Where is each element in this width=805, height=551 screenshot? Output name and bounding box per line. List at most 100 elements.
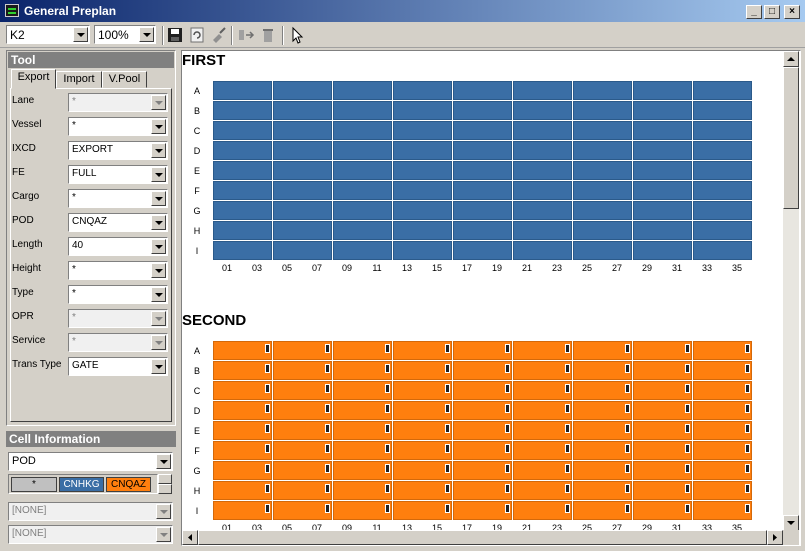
yard-cell[interactable] — [393, 441, 452, 460]
yard-cell[interactable] — [693, 161, 752, 180]
yard-cell[interactable] — [333, 361, 392, 380]
yard-cell[interactable] — [273, 501, 332, 520]
yard-cell[interactable] — [213, 361, 272, 380]
yard-cell[interactable] — [393, 161, 452, 180]
tab-export[interactable]: Export — [11, 69, 56, 89]
yard-cell[interactable] — [573, 121, 632, 140]
chevron-down-icon[interactable] — [151, 239, 166, 254]
chevron-down-icon[interactable] — [151, 95, 166, 110]
yard-cell[interactable] — [693, 181, 752, 200]
yard-cell[interactable] — [633, 481, 692, 500]
yard-cell[interactable] — [393, 201, 452, 220]
yard-cell[interactable] — [633, 161, 692, 180]
yard-cell[interactable] — [393, 241, 452, 260]
yard-cell[interactable] — [693, 501, 752, 520]
yard-cell[interactable] — [573, 221, 632, 240]
yard-cell[interactable] — [513, 101, 572, 120]
yard-cell[interactable] — [273, 421, 332, 440]
yard-cell[interactable] — [573, 461, 632, 480]
yard-cell[interactable] — [453, 401, 512, 420]
yard-cell[interactable] — [513, 481, 572, 500]
trash-icon[interactable] — [259, 26, 277, 44]
yard-cell[interactable] — [573, 401, 632, 420]
yard-cell[interactable] — [573, 381, 632, 400]
yard-cell[interactable] — [513, 381, 572, 400]
yard-cell[interactable] — [273, 481, 332, 500]
yard-cell[interactable] — [453, 361, 512, 380]
scroll-right-button[interactable] — [767, 530, 783, 545]
vertical-scroll-thumb[interactable] — [783, 67, 799, 209]
yard-cell[interactable] — [213, 201, 272, 220]
yard-cell[interactable] — [633, 501, 692, 520]
maximize-button[interactable]: □ — [764, 5, 780, 19]
cell-attribute-select[interactable]: POD — [8, 452, 173, 471]
yard-cell[interactable] — [513, 341, 572, 360]
yard-cell[interactable] — [213, 181, 272, 200]
yard-cell[interactable] — [213, 341, 272, 360]
yard-cell[interactable] — [513, 421, 572, 440]
yard-cell[interactable] — [573, 181, 632, 200]
yard-cell[interactable] — [333, 501, 392, 520]
yard-cell[interactable] — [393, 501, 452, 520]
field-select-opr[interactable]: * — [68, 309, 168, 328]
yard-cell[interactable] — [333, 421, 392, 440]
field-select-lane[interactable]: * — [68, 93, 168, 112]
yard-cell[interactable] — [513, 161, 572, 180]
field-select-height[interactable]: * — [68, 261, 168, 280]
yard-cell[interactable] — [633, 241, 692, 260]
yard-cell[interactable] — [513, 241, 572, 260]
yard-cell[interactable] — [273, 101, 332, 120]
chevron-down-icon[interactable] — [151, 191, 166, 206]
yard-cell[interactable] — [393, 461, 452, 480]
yard-cell[interactable] — [573, 501, 632, 520]
yard-cell[interactable] — [633, 341, 692, 360]
yard-cell[interactable] — [213, 481, 272, 500]
yard-cell[interactable] — [273, 181, 332, 200]
yard-cell[interactable] — [573, 241, 632, 260]
yard-cell[interactable] — [633, 361, 692, 380]
yard-cell[interactable] — [573, 141, 632, 160]
field-select-trans-type[interactable]: GATE — [68, 357, 168, 376]
yard-cell[interactable] — [513, 121, 572, 140]
yard-cell[interactable] — [693, 421, 752, 440]
yard-cell[interactable] — [513, 201, 572, 220]
legend-scroll-down[interactable] — [158, 484, 172, 494]
chevron-down-icon[interactable] — [151, 359, 166, 374]
chevron-down-icon[interactable] — [156, 504, 171, 519]
chevron-down-icon[interactable] — [151, 311, 166, 326]
yard-cell[interactable] — [573, 341, 632, 360]
scroll-down-button[interactable] — [783, 515, 799, 531]
yard-cell[interactable] — [453, 481, 512, 500]
legend-chip[interactable]: CNHKG — [59, 477, 104, 492]
yard-cell[interactable] — [693, 381, 752, 400]
yard-cell[interactable] — [693, 361, 752, 380]
yard-cell[interactable] — [333, 181, 392, 200]
chevron-down-icon[interactable] — [151, 335, 166, 350]
yard-cell[interactable] — [333, 381, 392, 400]
yard-cell[interactable] — [273, 121, 332, 140]
yard-cell[interactable] — [333, 161, 392, 180]
yard-cell[interactable] — [453, 121, 512, 140]
vertical-scrollbar[interactable] — [783, 51, 799, 531]
yard-cell[interactable] — [693, 241, 752, 260]
yard-cell[interactable] — [573, 161, 632, 180]
yard-cell[interactable] — [333, 201, 392, 220]
yard-cell[interactable] — [333, 461, 392, 480]
yard-cell[interactable] — [393, 141, 452, 160]
pointer-icon[interactable] — [289, 26, 307, 44]
yard-cell[interactable] — [393, 481, 452, 500]
tab-vpool[interactable]: V.Pool — [102, 71, 147, 88]
yard-cell[interactable] — [573, 481, 632, 500]
yard-cell[interactable] — [333, 241, 392, 260]
yard-cell[interactable] — [213, 401, 272, 420]
yard-cell[interactable] — [333, 141, 392, 160]
refresh-icon[interactable] — [188, 26, 206, 44]
yard-cell[interactable] — [273, 381, 332, 400]
yard-cell[interactable] — [633, 101, 692, 120]
none-select-1[interactable]: [NONE] — [8, 502, 173, 521]
yard-cell[interactable] — [633, 441, 692, 460]
yard-cell[interactable] — [453, 201, 512, 220]
chevron-down-icon[interactable] — [151, 263, 166, 278]
yard-cell[interactable] — [573, 441, 632, 460]
yard-cell[interactable] — [333, 441, 392, 460]
